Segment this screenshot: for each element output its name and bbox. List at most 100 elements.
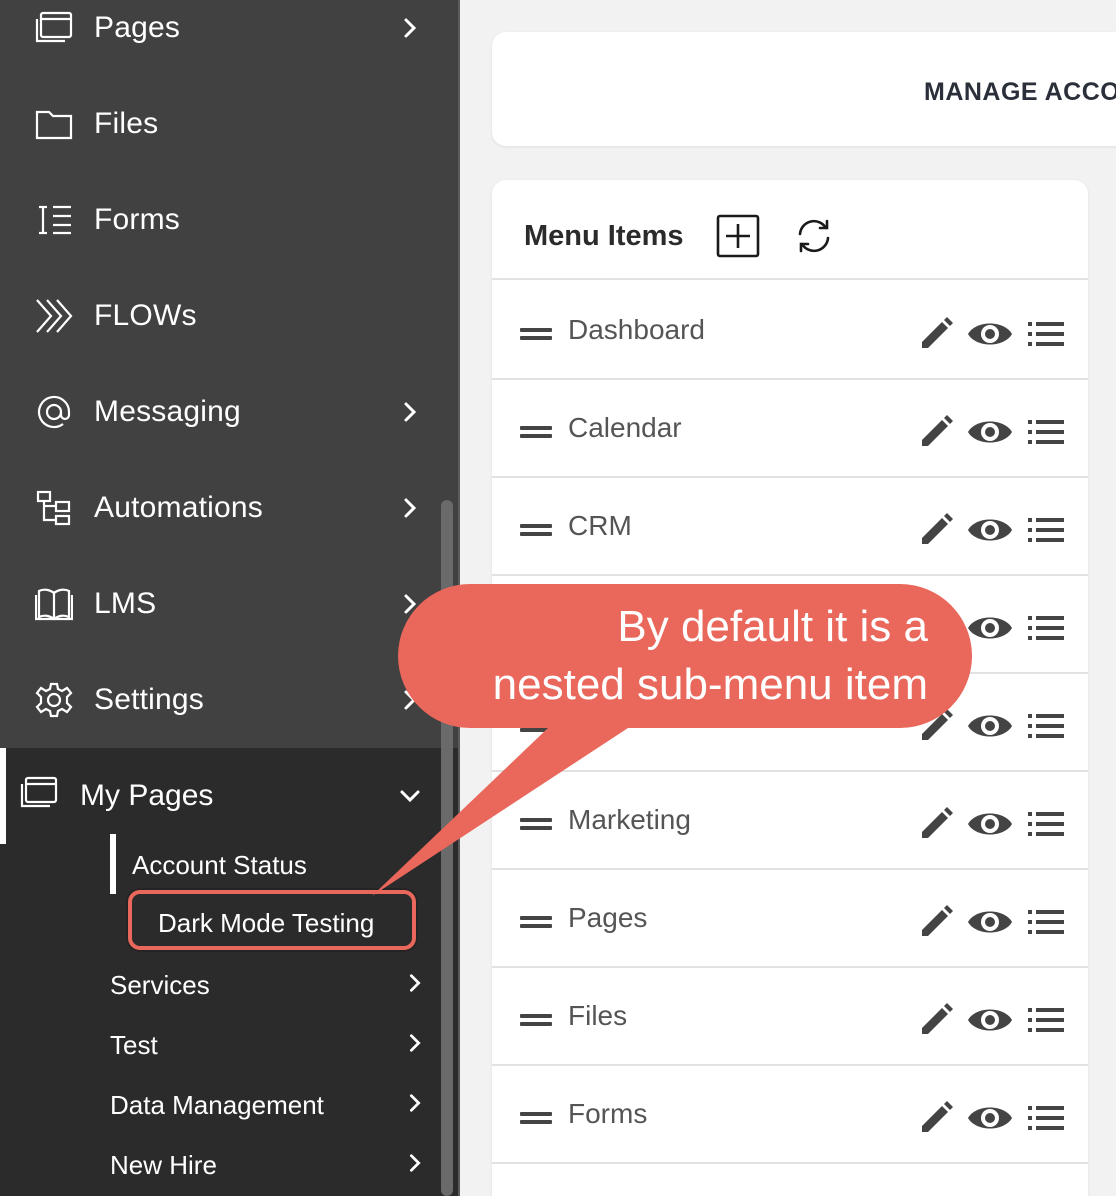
subitem-data-management[interactable]: Data Management — [110, 1090, 324, 1121]
eye-icon[interactable] — [966, 902, 1014, 942]
edit-icon[interactable] — [916, 314, 956, 354]
sidebar-item-label: My Pages — [80, 779, 214, 812]
sidebar-item-label: Pages — [94, 11, 181, 44]
edit-icon[interactable] — [916, 902, 956, 942]
drag-handle-icon[interactable] — [520, 426, 552, 438]
subitem-test[interactable]: Test — [110, 1030, 158, 1061]
chevron-right-icon — [404, 1032, 426, 1054]
eye-icon[interactable] — [966, 412, 1014, 452]
menu-item-row: Marketing — [492, 772, 1088, 870]
sidebar-item-label: Forms — [94, 203, 180, 236]
edit-icon[interactable] — [916, 804, 956, 844]
menu-item-row: Forms — [492, 1066, 1088, 1164]
sidebar: Pages Files Forms FLOWs Messaging Automa… — [0, 0, 460, 1196]
sidebar-item-files[interactable]: Files — [0, 76, 440, 172]
menu-item-label: CRM — [568, 510, 632, 541]
sidebar-item-my-pages[interactable]: My Pages — [0, 748, 440, 844]
page-title: MANAGE ACCO — [924, 78, 1116, 106]
chevron-right-icon — [404, 972, 426, 994]
sidebar-item-label: Settings — [94, 683, 204, 716]
menu-item-row: Pages — [492, 870, 1088, 968]
list-icon[interactable] — [1026, 710, 1066, 742]
book-icon — [34, 584, 74, 624]
at-icon — [34, 392, 74, 432]
add-item-icon[interactable] — [716, 214, 760, 258]
menu-item-label: Marketing — [568, 804, 691, 835]
drag-handle-icon[interactable] — [520, 818, 552, 830]
sidebar-item-label: Messaging — [94, 395, 241, 428]
drag-handle-icon[interactable] — [520, 916, 552, 928]
edit-icon[interactable] — [916, 412, 956, 452]
list-icon[interactable] — [1026, 906, 1066, 938]
chevron-right-icon — [398, 400, 422, 424]
folder-icon — [34, 104, 74, 144]
forms-icon — [34, 200, 74, 240]
drag-handle-icon[interactable] — [520, 1014, 552, 1026]
eye-icon[interactable] — [966, 510, 1014, 550]
eye-icon[interactable] — [966, 804, 1014, 844]
sidebar-item-label: Files — [94, 107, 159, 140]
menu-item-row: CRM — [492, 478, 1088, 576]
sidebar-item-messaging[interactable]: Messaging — [0, 364, 440, 460]
chevron-down-icon — [398, 784, 422, 808]
sidebar-item-pages[interactable]: Pages — [0, 0, 440, 76]
menu-item-label: Files — [568, 1000, 628, 1031]
chevron-right-icon — [404, 1092, 426, 1114]
list-icon[interactable] — [1026, 1102, 1066, 1134]
active-subitem-indicator — [110, 834, 116, 894]
list-icon[interactable] — [1026, 612, 1066, 644]
chevron-right-icon — [404, 1152, 426, 1174]
drag-handle-icon[interactable] — [520, 720, 552, 732]
menu-items-header: Menu Items — [492, 180, 1088, 280]
menu-item-label: Pages — [568, 902, 648, 933]
chevron-right-icon — [398, 16, 422, 40]
list-icon[interactable] — [1026, 416, 1066, 448]
subitem-account-status[interactable]: Account Status — [132, 850, 307, 881]
list-icon[interactable] — [1026, 808, 1066, 840]
menu-item-row: Calendar — [492, 380, 1088, 478]
eye-icon[interactable] — [966, 706, 1014, 746]
callout-line-2: nested sub-menu item — [492, 660, 928, 709]
sidebar-item-automations[interactable]: Automations — [0, 460, 440, 556]
eye-icon[interactable] — [966, 1098, 1014, 1138]
page-header-card: MANAGE ACCO — [492, 32, 1116, 146]
eye-icon[interactable] — [966, 608, 1014, 648]
edit-icon[interactable] — [916, 510, 956, 550]
gear-icon — [34, 680, 74, 720]
menu-item-label: Dashboard — [568, 314, 705, 345]
refresh-icon[interactable] — [794, 216, 834, 256]
edit-icon[interactable] — [916, 1000, 956, 1040]
subitem-dark-mode-testing[interactable]: Dark Mode Testing — [128, 890, 416, 950]
sidebar-item-settings[interactable]: Settings — [0, 652, 440, 748]
sidebar-item-flows[interactable]: FLOWs — [0, 268, 440, 364]
subitem-new-hire[interactable]: New Hire — [110, 1150, 217, 1181]
menu-item-label: Forms — [568, 1098, 648, 1129]
edit-icon[interactable] — [916, 1098, 956, 1138]
sidebar-item-label: Automations — [94, 491, 263, 524]
callout-line-1: By default it is a — [617, 602, 928, 651]
sidebar-item-label: LMS — [94, 587, 157, 620]
list-icon[interactable] — [1026, 1004, 1066, 1036]
menu-item-row: Dashboard — [492, 282, 1088, 380]
drag-handle-icon[interactable] — [520, 328, 552, 340]
menu-item-row: Files — [492, 968, 1088, 1066]
chevron-right-icon — [398, 496, 422, 520]
list-icon[interactable] — [1026, 514, 1066, 546]
sidebar-item-lms[interactable]: LMS — [0, 556, 440, 652]
eye-icon[interactable] — [966, 1000, 1014, 1040]
eye-icon[interactable] — [966, 314, 1014, 354]
sidebar-item-forms[interactable]: Forms — [0, 172, 440, 268]
menu-items-title: Menu Items — [524, 220, 684, 252]
flows-icon — [34, 296, 74, 336]
drag-handle-icon[interactable] — [520, 524, 552, 536]
callout-text: By default it is a nested sub-menu item — [400, 598, 928, 714]
pages-icon — [34, 8, 74, 48]
subitem-label: Dark Mode Testing — [158, 908, 375, 938]
active-indicator — [0, 748, 6, 844]
menu-item-label: Calendar — [568, 412, 682, 443]
pages-icon — [20, 776, 60, 816]
sidebar-item-label: FLOWs — [94, 299, 197, 332]
subitem-services[interactable]: Services — [110, 970, 210, 1001]
list-icon[interactable] — [1026, 318, 1066, 350]
drag-handle-icon[interactable] — [520, 1112, 552, 1124]
